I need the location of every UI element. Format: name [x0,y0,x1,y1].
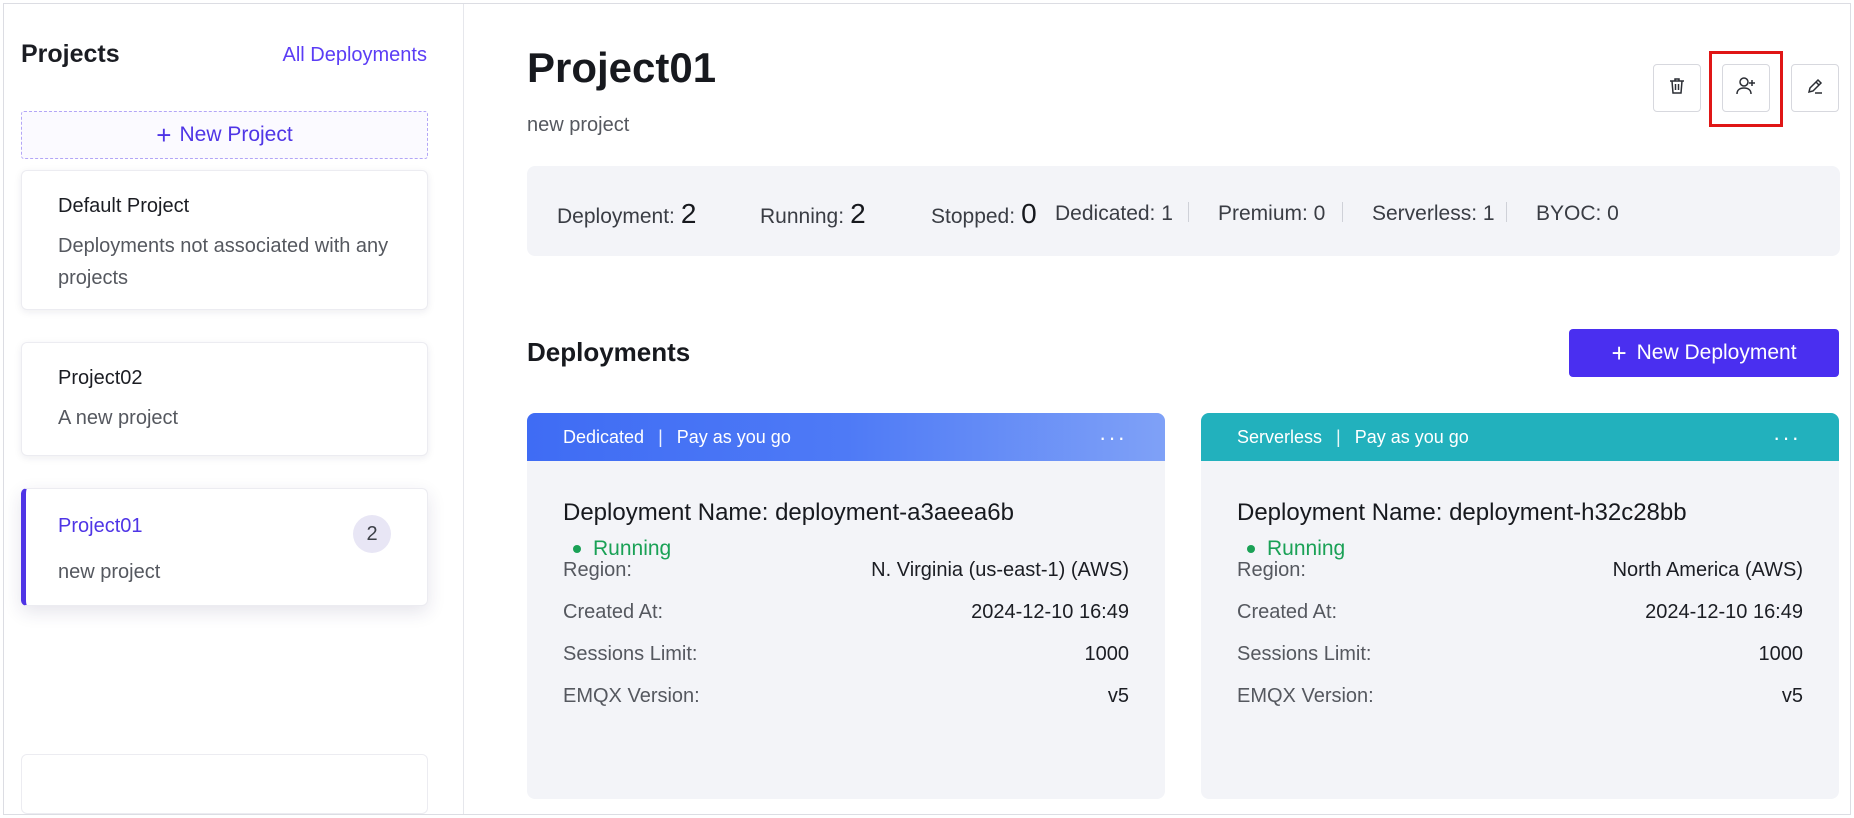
deployment-status: Running [573,537,671,561]
deployment-name: Deployment Name: deployment-h32c28bb [1237,499,1687,526]
pencil-icon [1805,76,1825,101]
trash-icon [1667,76,1687,101]
detail-row-sessions: Sessions Limit: 1000 [1237,643,1803,665]
deployment-name: Deployment Name: deployment-a3aeea6b [563,499,1014,526]
detail-row-sessions: Sessions Limit: 1000 [563,643,1129,665]
projects-sidebar: Projects All Deployments + New Project D… [4,4,464,814]
detail-row-created: Created At: 2024-12-10 16:49 [1237,601,1803,623]
status-text: Running [1267,537,1346,560]
detail-row-version: EMQX Version: v5 [1237,685,1803,707]
stats-bar: Deployment: 2 Running: 2 Stopped: 0 Dedicat… [527,166,1840,256]
stat-deployment: Deployment: 2 [557,198,697,229]
detail-row-created: Created At: 2024-12-10 16:49 [563,601,1129,623]
deployment-status: Running [1247,537,1345,561]
new-deployment-label: New Deployment [1636,341,1797,364]
deployment-type: Dedicated [563,426,645,447]
project-card-project01[interactable]: Project01 new project 2 [21,488,428,606]
deployments-title: Deployments [527,337,691,367]
deployment-card-header: Serverless | Pay as you go ··· [1201,413,1839,461]
stat-serverless: Serverless: 1 [1372,202,1495,225]
deployment-card[interactable]: Dedicated | Pay as you go ··· Deployment… [527,413,1165,799]
detail-row-region: Region: North America (AWS) [1237,559,1803,581]
project-detail: Project01 new project Deployment: 2 Runn… [465,4,1850,814]
stat-running: Running: 2 [760,198,866,229]
edit-project-button[interactable] [1791,64,1839,112]
all-deployments-link[interactable]: All Deployments [282,44,427,67]
separator: | [1336,426,1341,447]
status-dot-icon [1247,545,1255,553]
stat-divider [1506,202,1507,222]
new-project-label: New Project [179,123,293,146]
stat-premium: Premium: 0 [1218,202,1326,225]
project-description: A new project [58,407,179,429]
deployment-type: Serverless [1237,426,1323,447]
project-card-project02[interactable]: Project02 A new project [21,342,428,456]
project-description: Deployments not associated with any proj… [58,235,389,289]
more-options-icon[interactable]: ··· [1773,425,1801,451]
deployment-billing: Pay as you go [1354,426,1469,447]
project-card-default[interactable]: Default Project Deployments not associat… [21,170,428,310]
project-name: Project02 [58,367,143,389]
stat-divider [1342,202,1343,222]
status-dot-icon [573,545,581,553]
detail-row-region: Region: N. Virginia (us-east-1) (AWS) [563,559,1129,581]
new-deployment-button[interactable]: + New Deployment [1569,329,1839,377]
project-name: Project01 [58,515,143,537]
page-subtitle: new project [527,114,630,136]
project-description: new project [58,561,161,583]
highlight-box [1709,51,1783,127]
separator: | [658,426,663,447]
plus-icon: + [1611,338,1627,368]
detail-row-version: EMQX Version: v5 [563,685,1129,707]
delete-project-button[interactable] [1653,64,1701,112]
stat-divider [1188,202,1189,222]
project-card-partial[interactable] [21,754,428,814]
deployment-count-badge: 2 [353,515,391,553]
status-text: Running [593,537,672,560]
plus-icon: + [156,120,172,150]
stat-dedicated: Dedicated: 1 [1055,202,1173,225]
app-window: Projects All Deployments + New Project D… [3,3,1851,815]
project-name: Default Project [58,195,190,217]
new-project-button[interactable]: + New Project [21,111,428,159]
page-title: Project01 [527,44,717,91]
deployment-billing: Pay as you go [676,426,791,447]
stat-stopped: Stopped: 0 [931,198,1037,229]
stat-byoc: BYOC: 0 [1536,202,1619,225]
deployment-card-header: Dedicated | Pay as you go ··· [527,413,1165,461]
sidebar-title: Projects [21,40,120,68]
deployment-card[interactable]: Serverless | Pay as you go ··· Deploymen… [1201,413,1839,799]
more-options-icon[interactable]: ··· [1099,425,1127,451]
